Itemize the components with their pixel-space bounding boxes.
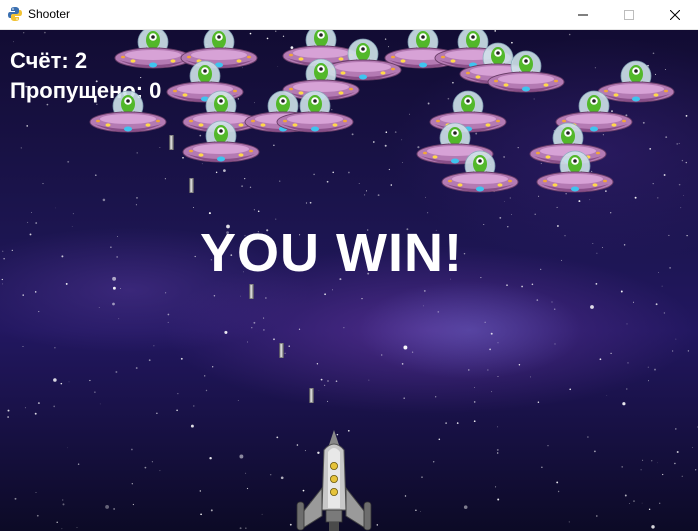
player-rocket — [296, 430, 372, 531]
win-message: YOU WIN! — [200, 223, 463, 283]
maximize-button[interactable] — [606, 0, 652, 30]
bullet — [169, 134, 174, 151]
game-canvas[interactable]: Счёт: 2 Пропущено: 0 YOU WIN! — [0, 30, 698, 531]
alien-ufo — [440, 142, 520, 202]
title-bar[interactable]: Shooter — [0, 0, 698, 30]
alien-ufo — [535, 142, 615, 202]
alien-ufo — [88, 82, 168, 142]
close-button[interactable] — [652, 0, 698, 30]
maximize-icon — [624, 10, 634, 20]
python-icon — [8, 7, 22, 21]
bullet — [309, 387, 314, 404]
game-window: Shooter Счёт: 2 Пропущено: 0 YOU WIN! — [0, 0, 698, 531]
bullet — [189, 177, 194, 194]
alien-ufo — [181, 112, 261, 172]
minimize-icon — [578, 14, 588, 16]
score-label: Счёт: 2 — [10, 48, 88, 73]
window-title: Shooter — [28, 7, 71, 21]
bullet — [279, 342, 284, 359]
alien-ufo — [275, 82, 355, 142]
minimize-button[interactable] — [560, 0, 606, 30]
bullet — [249, 283, 254, 300]
close-icon — [670, 10, 680, 20]
